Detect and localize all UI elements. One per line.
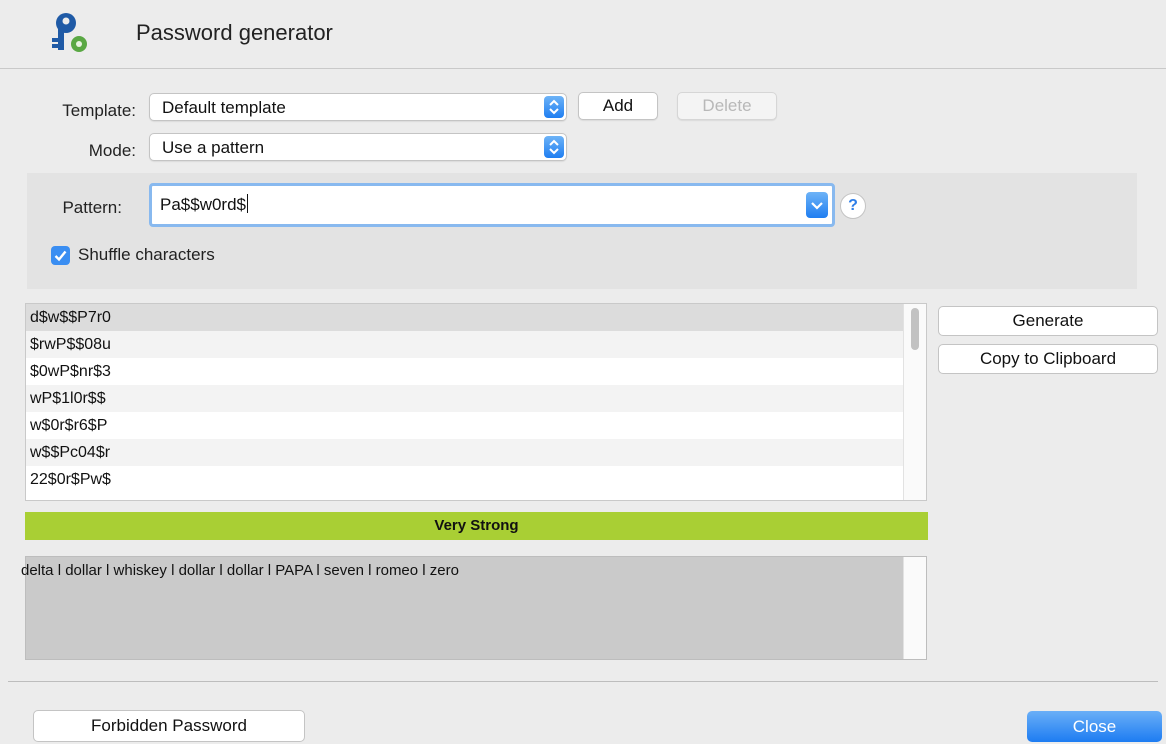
question-icon: ? bbox=[848, 197, 858, 214]
password-list[interactable]: d$w$$P7r0 $rwP$$08u $0wP$nr$3 wP$1l0r$$ … bbox=[25, 303, 927, 501]
template-label: Template: bbox=[62, 101, 136, 120]
checkmark-icon bbox=[54, 250, 67, 262]
shuffle-checkbox[interactable] bbox=[51, 246, 70, 265]
key-gear-icon bbox=[52, 13, 87, 52]
strength-indicator: Very Strong bbox=[25, 512, 928, 540]
forbidden-password-button[interactable]: Forbidden Password bbox=[33, 710, 305, 742]
pattern-combobox[interactable]: Pa$$w0rd$ bbox=[149, 183, 835, 227]
pattern-value: Pa$$w0rd$ bbox=[160, 195, 247, 214]
delete-template-button[interactable]: Delete bbox=[677, 92, 777, 120]
mode-select[interactable]: Use a pattern bbox=[149, 133, 567, 161]
list-item[interactable]: wP$1l0r$$ bbox=[26, 385, 926, 412]
list-item[interactable]: w$0r$r6$P bbox=[26, 412, 926, 439]
phonetic-spelling-box: delta l dollar l whiskey l dollar l doll… bbox=[21, 556, 927, 660]
generate-button[interactable]: Generate bbox=[938, 306, 1158, 336]
mode-value: Use a pattern bbox=[162, 138, 265, 157]
list-item[interactable]: 22$0r$Pw$ bbox=[26, 466, 926, 493]
template-value: Default template bbox=[162, 98, 286, 117]
list-scrollbar[interactable] bbox=[903, 304, 926, 500]
window-title: Password generator bbox=[136, 20, 333, 45]
list-item[interactable]: w$$Pc04$r bbox=[26, 439, 926, 466]
pattern-input[interactable]: Pa$$w0rd$ bbox=[160, 194, 249, 215]
pattern-label: Pattern: bbox=[62, 198, 122, 217]
title-bar: Password generator bbox=[0, 0, 1166, 69]
footer-divider bbox=[8, 681, 1158, 682]
up-down-chevron-icon bbox=[544, 136, 564, 158]
shuffle-label[interactable]: Shuffle characters bbox=[78, 245, 215, 265]
mode-label: Mode: bbox=[88, 141, 136, 160]
list-item[interactable]: $rwP$$08u bbox=[26, 331, 926, 358]
up-down-chevron-icon bbox=[544, 96, 564, 118]
phonetic-scrollbar[interactable] bbox=[903, 557, 926, 659]
close-button[interactable]: Close bbox=[1027, 711, 1162, 742]
chevron-down-icon[interactable] bbox=[806, 192, 828, 218]
help-button[interactable]: ? bbox=[840, 193, 866, 219]
text-caret bbox=[247, 194, 249, 213]
add-template-button[interactable]: Add bbox=[578, 92, 658, 120]
copy-to-clipboard-button[interactable]: Copy to Clipboard bbox=[938, 344, 1158, 374]
phonetic-text: delta l dollar l whiskey l dollar l doll… bbox=[21, 562, 459, 579]
list-item[interactable]: d$w$$P7r0 bbox=[26, 304, 926, 331]
template-select[interactable]: Default template bbox=[149, 93, 567, 121]
list-item[interactable]: $0wP$nr$3 bbox=[26, 358, 926, 385]
scrollbar-thumb[interactable] bbox=[911, 308, 919, 350]
